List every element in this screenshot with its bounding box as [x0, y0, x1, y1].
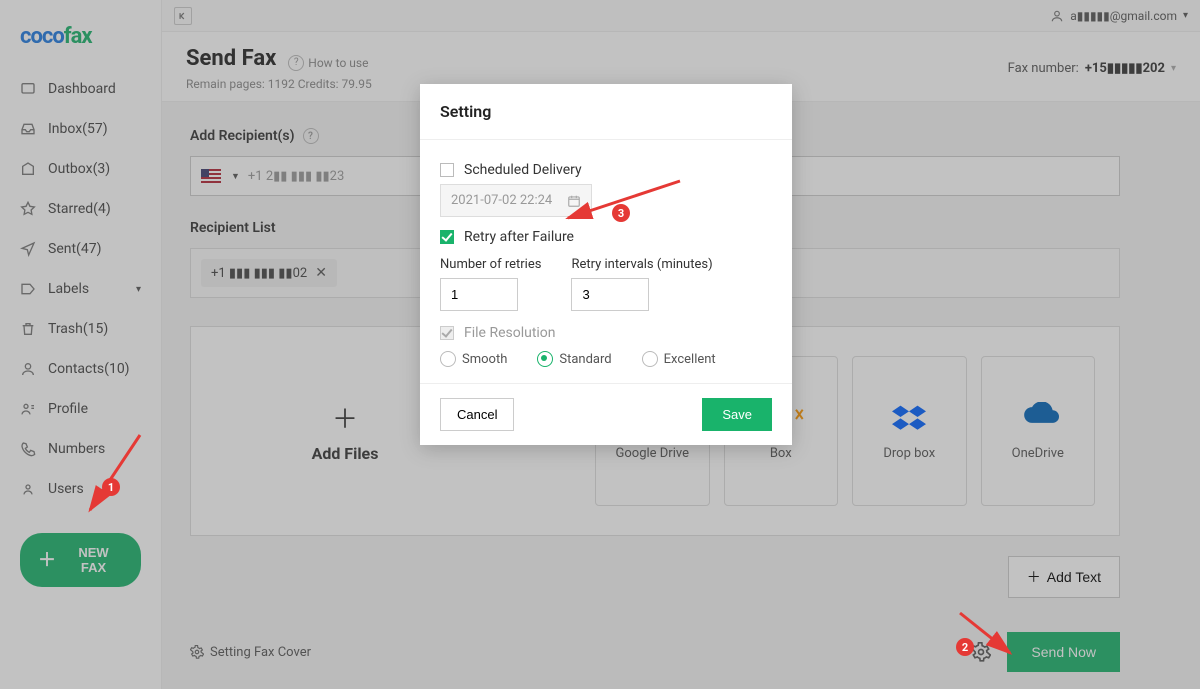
checkbox-disabled-icon: [440, 326, 454, 340]
res-label: Standard: [559, 352, 611, 367]
file-resolution-label: File Resolution: [464, 325, 556, 341]
num-retries-label: Number of retries: [440, 257, 541, 272]
retry-after-failure-row[interactable]: Retry after Failure: [440, 229, 772, 245]
retry-interval-input[interactable]: [571, 278, 649, 311]
modal-title: Setting: [420, 84, 792, 140]
res-option-excellent[interactable]: Excellent: [642, 351, 716, 367]
scheduled-delivery-label: Scheduled Delivery: [464, 162, 582, 178]
file-resolution-row: File Resolution: [440, 325, 772, 341]
num-retries-input[interactable]: [440, 278, 518, 311]
retry-interval-label: Retry intervals (minutes): [571, 257, 712, 272]
save-label: Save: [722, 407, 752, 422]
res-option-smooth[interactable]: Smooth: [440, 351, 507, 367]
checkbox-checked-icon[interactable]: [440, 230, 454, 244]
res-label: Excellent: [664, 352, 716, 367]
scheduled-delivery-row[interactable]: Scheduled Delivery: [440, 162, 772, 178]
calendar-icon: [567, 194, 581, 208]
res-option-standard[interactable]: Standard: [537, 351, 611, 367]
radio-icon: [642, 351, 658, 367]
datetime-value: 2021-07-02 22:24: [451, 193, 552, 208]
checkbox-unchecked-icon[interactable]: [440, 163, 454, 177]
save-button[interactable]: Save: [702, 398, 772, 431]
datetime-field[interactable]: 2021-07-02 22:24: [440, 184, 592, 217]
annotation-badge-1: 1: [102, 478, 120, 496]
radio-selected-icon: [537, 351, 553, 367]
annotation-badge-2: 2: [956, 638, 974, 656]
cancel-button[interactable]: Cancel: [440, 398, 514, 431]
radio-icon: [440, 351, 456, 367]
annotation-badge-3: 3: [612, 204, 630, 222]
cancel-label: Cancel: [457, 407, 497, 422]
settings-modal: Setting Scheduled Delivery 2021-07-02 22…: [420, 84, 792, 445]
res-label: Smooth: [462, 352, 507, 367]
retry-label: Retry after Failure: [464, 229, 574, 245]
